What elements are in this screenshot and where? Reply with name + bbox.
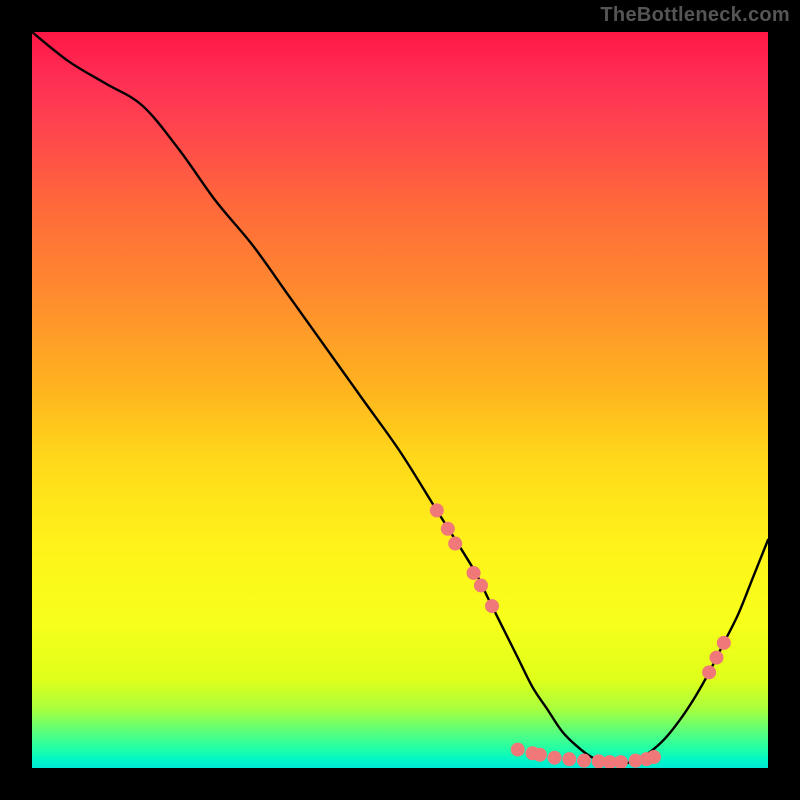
chart-marker xyxy=(709,651,723,665)
chart-marker xyxy=(533,748,547,762)
chart-stage: TheBottleneck.com xyxy=(0,0,800,800)
chart-marker xyxy=(562,752,576,766)
chart-marker xyxy=(647,750,661,764)
chart-marker xyxy=(548,751,562,765)
chart-markers xyxy=(430,503,731,768)
chart-marker xyxy=(702,665,716,679)
chart-marker xyxy=(474,578,488,592)
chart-marker xyxy=(717,636,731,650)
chart-curve xyxy=(32,32,768,764)
chart-marker xyxy=(430,503,444,517)
plot-area xyxy=(32,32,768,768)
chart-marker xyxy=(614,755,628,768)
chart-marker xyxy=(448,537,462,551)
chart-marker xyxy=(467,566,481,580)
chart-marker xyxy=(577,754,591,768)
watermark-text: TheBottleneck.com xyxy=(600,4,790,27)
chart-marker xyxy=(485,599,499,613)
chart-marker xyxy=(441,522,455,536)
chart-overlay-svg xyxy=(32,32,768,768)
chart-marker xyxy=(511,743,525,757)
